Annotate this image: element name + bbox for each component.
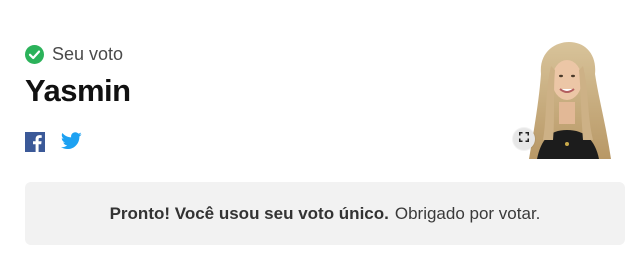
check-circle-icon <box>25 44 44 64</box>
vote-confirmation-message: Pronto! Você usou seu voto único. Obriga… <box>25 182 625 245</box>
expand-photo-button[interactable] <box>513 128 535 150</box>
candidate-name: Yasmin <box>25 73 131 108</box>
status-label: Seu voto <box>52 44 124 64</box>
confirmation-strong-text: Pronto! Você usou seu voto único. <box>109 203 389 223</box>
facebook-icon[interactable] <box>25 132 45 152</box>
confirmation-thanks-text: Obrigado por votar. <box>394 203 541 223</box>
share-buttons <box>25 132 82 152</box>
vote-status: Seu voto <box>25 43 123 65</box>
expand-icon <box>518 130 530 148</box>
twitter-icon[interactable] <box>60 132 82 152</box>
